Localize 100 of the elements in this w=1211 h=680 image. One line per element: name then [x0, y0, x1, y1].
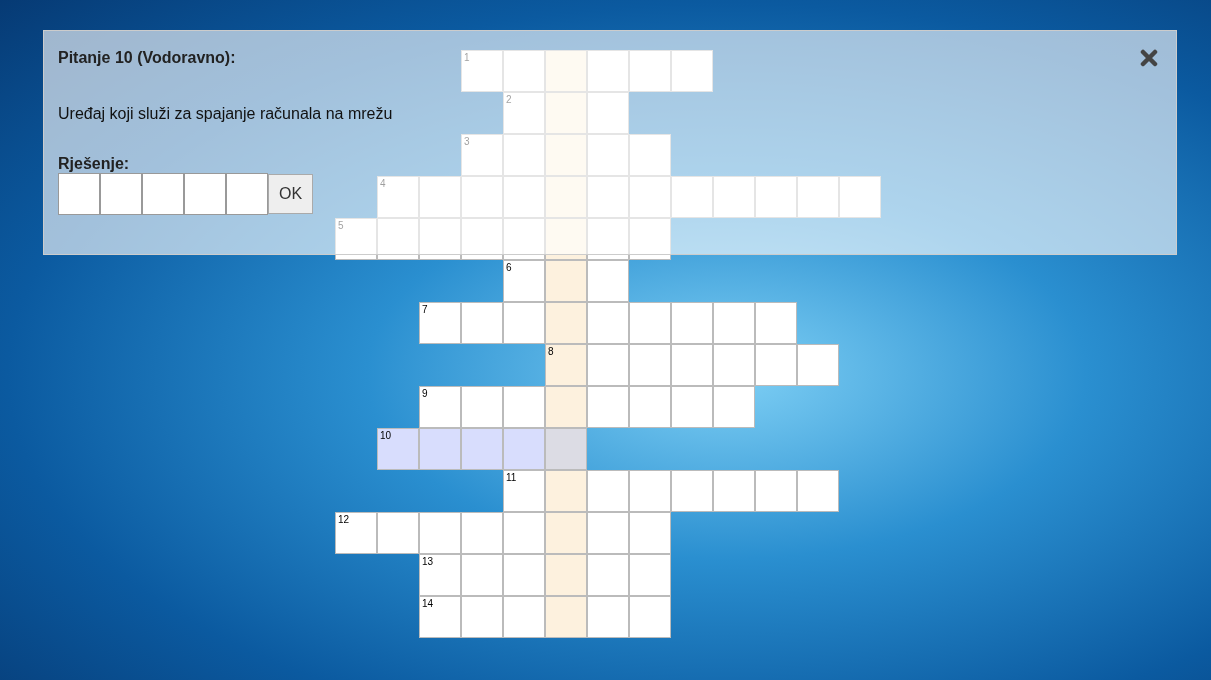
crossword-cell[interactable] [587, 50, 629, 92]
clue-number: 10 [380, 430, 392, 441]
crossword-cell[interactable] [713, 176, 755, 218]
crossword-cell[interactable] [503, 302, 545, 344]
solution-cell[interactable] [545, 596, 587, 638]
crossword-cell[interactable] [629, 218, 671, 260]
crossword-cell[interactable] [587, 302, 629, 344]
close-icon[interactable] [1140, 49, 1158, 67]
solution-cell[interactable] [545, 218, 587, 260]
crossword-cell[interactable] [713, 470, 755, 512]
crossword-cell[interactable] [503, 428, 545, 470]
crossword-cell[interactable] [839, 176, 881, 218]
crossword-cell[interactable] [503, 50, 545, 92]
letter-field[interactable] [184, 173, 226, 215]
crossword-cell[interactable] [713, 302, 755, 344]
crossword-cell[interactable] [629, 512, 671, 554]
crossword-cell[interactable] [629, 470, 671, 512]
clue-number: 6 [506, 262, 512, 273]
crossword-cell[interactable]: 13 [419, 554, 461, 596]
letter-field[interactable] [226, 173, 268, 215]
solution-cell[interactable]: 8 [545, 344, 587, 386]
crossword-cell[interactable] [587, 596, 629, 638]
crossword-cell[interactable] [713, 344, 755, 386]
crossword-cell[interactable] [503, 512, 545, 554]
crossword-cell[interactable] [503, 218, 545, 260]
crossword-cell[interactable] [797, 470, 839, 512]
crossword-cell[interactable] [461, 512, 503, 554]
solution-cell[interactable] [545, 50, 587, 92]
crossword-cell[interactable] [587, 344, 629, 386]
crossword-cell[interactable] [671, 302, 713, 344]
ok-button[interactable]: OK [268, 174, 314, 214]
solution-cell[interactable] [545, 176, 587, 218]
crossword-cell[interactable] [503, 554, 545, 596]
crossword-cell[interactable] [629, 176, 671, 218]
crossword-cell[interactable] [629, 344, 671, 386]
crossword-cell[interactable] [755, 176, 797, 218]
crossword-cell[interactable] [629, 302, 671, 344]
crossword-cell[interactable] [755, 302, 797, 344]
crossword-cell[interactable] [461, 302, 503, 344]
crossword-cell[interactable] [587, 470, 629, 512]
crossword-cell[interactable] [461, 596, 503, 638]
solution-cell[interactable] [545, 386, 587, 428]
crossword-cell[interactable]: 12 [335, 512, 377, 554]
crossword-cell[interactable] [671, 386, 713, 428]
solution-cell[interactable] [545, 554, 587, 596]
crossword-cell[interactable] [587, 512, 629, 554]
crossword-cell[interactable] [503, 596, 545, 638]
crossword-cell[interactable] [461, 554, 503, 596]
crossword-cell[interactable] [629, 554, 671, 596]
crossword-cell[interactable] [671, 344, 713, 386]
solution-cell[interactable] [545, 302, 587, 344]
crossword-cell[interactable] [587, 92, 629, 134]
crossword-cell[interactable] [461, 218, 503, 260]
crossword-cell[interactable] [461, 386, 503, 428]
letter-field[interactable] [100, 173, 142, 215]
crossword-cell[interactable] [755, 344, 797, 386]
solution-cell[interactable] [545, 512, 587, 554]
crossword-cell[interactable]: 11 [503, 470, 545, 512]
crossword-cell[interactable] [503, 134, 545, 176]
crossword-cell[interactable] [461, 428, 503, 470]
crossword-cell[interactable] [377, 218, 419, 260]
crossword-cell[interactable]: 10 [377, 428, 419, 470]
crossword-cell[interactable] [797, 344, 839, 386]
crossword-cell[interactable] [461, 176, 503, 218]
crossword-cell[interactable] [377, 512, 419, 554]
crossword-cell[interactable]: 9 [419, 386, 461, 428]
crossword-cell[interactable] [419, 176, 461, 218]
crossword-cell[interactable]: 14 [419, 596, 461, 638]
solution-cell[interactable] [545, 260, 587, 302]
crossword-cell[interactable] [629, 134, 671, 176]
clue-number: 1 [464, 52, 470, 63]
crossword-cell[interactable] [629, 596, 671, 638]
crossword-cell[interactable] [671, 470, 713, 512]
crossword-cell[interactable]: 7 [419, 302, 461, 344]
crossword-cell[interactable] [629, 50, 671, 92]
solution-cell[interactable] [545, 92, 587, 134]
solution-cell[interactable] [545, 428, 587, 470]
crossword-cell[interactable] [713, 386, 755, 428]
crossword-cell[interactable] [419, 428, 461, 470]
crossword-cell[interactable] [671, 50, 713, 92]
letter-field[interactable] [58, 173, 100, 215]
crossword-cell[interactable] [587, 260, 629, 302]
crossword-cell[interactable] [629, 386, 671, 428]
crossword-cell[interactable]: 6 [503, 260, 545, 302]
crossword-cell[interactable] [419, 218, 461, 260]
crossword-cell[interactable] [587, 386, 629, 428]
letter-field[interactable] [142, 173, 184, 215]
crossword-cell[interactable] [755, 470, 797, 512]
crossword-cell[interactable] [587, 134, 629, 176]
crossword-cell[interactable] [797, 176, 839, 218]
crossword-cell[interactable] [503, 176, 545, 218]
crossword-cell[interactable] [419, 512, 461, 554]
clue-number: 11 [506, 472, 517, 483]
crossword-cell[interactable] [671, 176, 713, 218]
crossword-cell[interactable] [587, 218, 629, 260]
crossword-cell[interactable] [587, 554, 629, 596]
solution-cell[interactable] [545, 470, 587, 512]
crossword-cell[interactable] [587, 176, 629, 218]
crossword-cell[interactable] [503, 386, 545, 428]
solution-cell[interactable] [545, 134, 587, 176]
